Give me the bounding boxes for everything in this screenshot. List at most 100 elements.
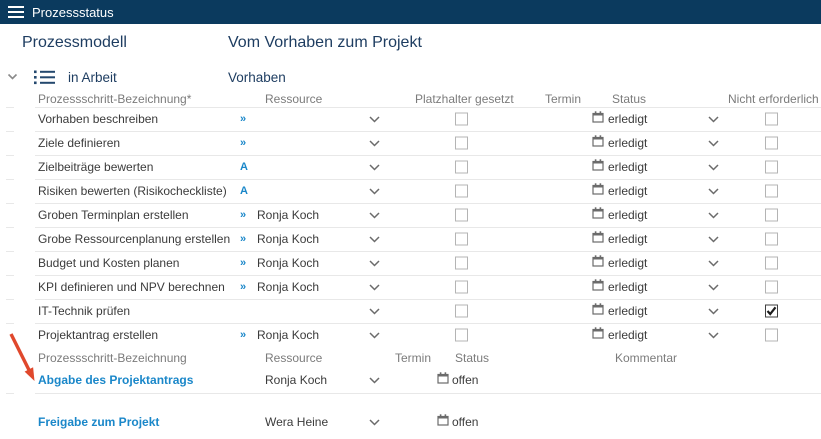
resource-name[interactable]: Ronja Koch [257, 256, 319, 270]
calendar-icon[interactable] [592, 278, 604, 296]
resource-dropdown-chevron-down-icon[interactable] [369, 230, 380, 248]
resource-assignment-icon[interactable]: A [240, 185, 248, 197]
calendar-icon[interactable] [592, 206, 604, 224]
placeholder-set-checkbox[interactable] [455, 256, 468, 270]
status-value[interactable]: offen [452, 415, 478, 429]
phase-label: Vorhaben [228, 70, 286, 85]
resource-dropdown-chevron-down-icon[interactable] [369, 182, 380, 200]
status-dropdown-chevron-down-icon[interactable] [708, 110, 719, 128]
placeholder-set-checkbox[interactable] [455, 328, 468, 342]
not-required-checkbox[interactable] [765, 328, 778, 342]
not-required-checkbox[interactable] [765, 232, 778, 246]
status-dropdown-chevron-down-icon[interactable] [708, 206, 719, 224]
calendar-icon[interactable] [437, 371, 449, 389]
placeholder-set-checkbox[interactable] [455, 232, 468, 246]
resource-name[interactable]: Ronja Koch [257, 280, 319, 294]
not-required-checkbox[interactable] [765, 280, 778, 294]
calendar-icon[interactable] [592, 110, 604, 128]
table-row: Projektantrag erstellen » Ronja Koch erl… [0, 323, 821, 347]
status-value[interactable]: erledigt [608, 208, 647, 222]
resource-dropdown-chevron-down-icon[interactable] [369, 206, 380, 224]
table-row: Risiken bewerten (Risikocheckliste) A er… [0, 179, 821, 203]
status-value[interactable]: erledigt [608, 304, 647, 318]
process-step-name: Groben Terminplan erstellen [38, 208, 189, 222]
process-name-heading: Vom Vorhaben zum Projekt [228, 34, 422, 51]
status-dropdown-chevron-down-icon[interactable] [708, 326, 719, 344]
resource-dropdown-chevron-down-icon[interactable] [369, 302, 380, 320]
not-required-checkbox[interactable] [765, 160, 778, 174]
resource-dropdown-chevron-down-icon[interactable] [369, 413, 380, 431]
title-bar: Prozessstatus [0, 0, 821, 24]
collapse-chevron-down-icon[interactable] [7, 73, 18, 81]
table-row: Budget und Kosten planen » Ronja Koch er… [0, 251, 821, 275]
status-value[interactable]: erledigt [608, 160, 647, 174]
resource-assignment-icon[interactable]: » [240, 113, 246, 125]
calendar-icon[interactable] [592, 134, 604, 152]
resource-dropdown-chevron-down-icon[interactable] [369, 254, 380, 272]
resource-name[interactable]: Ronja Koch [257, 208, 319, 222]
resource-assignment-icon[interactable]: » [240, 281, 246, 293]
not-required-checkbox[interactable] [765, 112, 778, 126]
resource-dropdown-chevron-down-icon[interactable] [369, 326, 380, 344]
not-required-checkbox[interactable] [765, 304, 778, 318]
status-value[interactable]: offen [452, 373, 478, 387]
placeholder-set-checkbox[interactable] [455, 112, 468, 126]
resource-assignment-icon[interactable]: » [240, 329, 246, 341]
calendar-icon[interactable] [592, 230, 604, 248]
column-header-not-required: Nicht erforderlich [728, 91, 819, 106]
status-dropdown-chevron-down-icon[interactable] [708, 158, 719, 176]
prozessstatus-window: Prozessstatus Prozessmodell Vom Vorhaben… [0, 0, 821, 439]
status-value[interactable]: erledigt [608, 184, 647, 198]
process-step-name: Zielbeiträge bewerten [38, 160, 154, 174]
table-row: Vorhaben beschreiben » erledigt [0, 107, 821, 131]
process-model-heading: Prozessmodell [22, 34, 127, 51]
calendar-icon[interactable] [592, 254, 604, 272]
resource-name[interactable]: Ronja Koch [257, 232, 319, 246]
status-value[interactable]: erledigt [608, 280, 647, 294]
milestone-link[interactable]: Abgabe des Projektantrags [38, 373, 193, 387]
table-row: Grobe Ressourcenplanung erstellen » Ronj… [0, 227, 821, 251]
status-dropdown-chevron-down-icon[interactable] [708, 230, 719, 248]
status-value[interactable]: erledigt [608, 136, 647, 150]
status-dropdown-chevron-down-icon[interactable] [708, 182, 719, 200]
resource-name[interactable]: Ronja Koch [257, 328, 319, 342]
not-required-checkbox[interactable] [765, 136, 778, 150]
status-value[interactable]: erledigt [608, 328, 647, 342]
column-header-name: Prozessschritt-Bezeichnung [38, 351, 187, 365]
status-dropdown-chevron-down-icon[interactable] [708, 134, 719, 152]
resource-dropdown-chevron-down-icon[interactable] [369, 371, 380, 389]
resource-dropdown-chevron-down-icon[interactable] [369, 134, 380, 152]
resource-dropdown-chevron-down-icon[interactable] [369, 110, 380, 128]
resource-dropdown-chevron-down-icon[interactable] [369, 158, 380, 176]
calendar-icon[interactable] [437, 413, 449, 431]
milestone-link[interactable]: Freigabe zum Projekt [38, 415, 159, 429]
calendar-icon[interactable] [592, 158, 604, 176]
resource-assignment-icon[interactable]: » [240, 209, 246, 221]
resource-assignment-icon[interactable]: » [240, 137, 246, 149]
placeholder-set-checkbox[interactable] [455, 160, 468, 174]
calendar-icon[interactable] [592, 302, 604, 320]
placeholder-set-checkbox[interactable] [455, 184, 468, 198]
not-required-checkbox[interactable] [765, 208, 778, 222]
placeholder-set-checkbox[interactable] [455, 304, 468, 318]
resource-assignment-icon[interactable]: » [240, 257, 246, 269]
status-value[interactable]: erledigt [608, 112, 647, 126]
placeholder-set-checkbox[interactable] [455, 136, 468, 150]
placeholder-set-checkbox[interactable] [455, 280, 468, 294]
status-value[interactable]: erledigt [608, 232, 647, 246]
resource-name[interactable]: Ronja Koch [265, 373, 327, 387]
status-dropdown-chevron-down-icon[interactable] [708, 254, 719, 272]
not-required-checkbox[interactable] [765, 184, 778, 198]
resource-name[interactable]: Wera Heine [265, 415, 328, 429]
calendar-icon[interactable] [592, 326, 604, 344]
resource-assignment-icon[interactable]: A [240, 161, 248, 173]
status-dropdown-chevron-down-icon[interactable] [708, 278, 719, 296]
not-required-checkbox[interactable] [765, 256, 778, 270]
resource-assignment-icon[interactable]: » [240, 233, 246, 245]
resource-dropdown-chevron-down-icon[interactable] [369, 278, 380, 296]
placeholder-set-checkbox[interactable] [455, 208, 468, 222]
status-dropdown-chevron-down-icon[interactable] [708, 302, 719, 320]
hamburger-menu-icon[interactable] [8, 6, 24, 18]
status-value[interactable]: erledigt [608, 256, 647, 270]
calendar-icon[interactable] [592, 182, 604, 200]
